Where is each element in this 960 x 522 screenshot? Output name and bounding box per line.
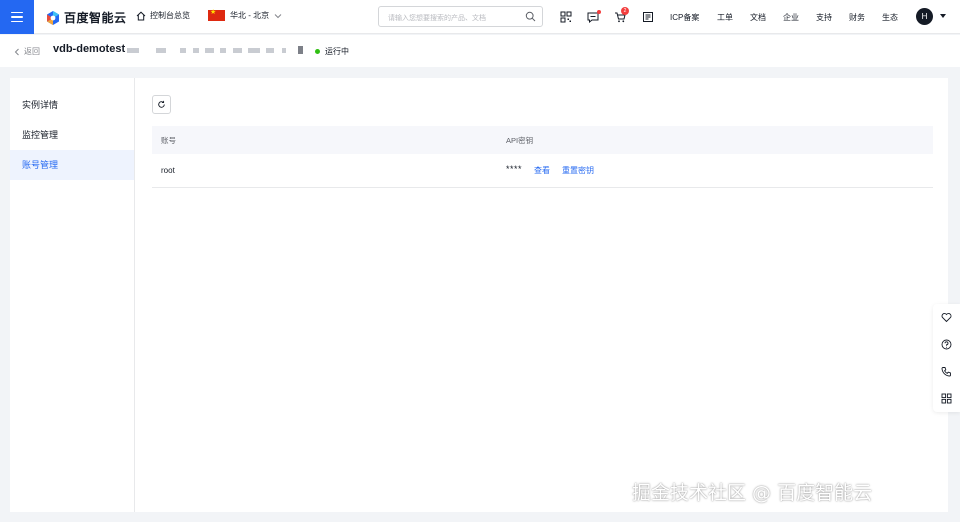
sidebar-item-monitoring[interactable]: 监控管理 [10,120,134,150]
column-header-api-key: API密钥 [506,135,534,145]
instance-status: 运行中 [315,46,349,57]
instance-name: vdb-demotest [53,43,126,55]
search-icon[interactable] [525,11,536,22]
top-navigation-bar: 百度智能云 控制台总览 华北 - 北京 2 ICP备案 工单 文档 企业 支持 … [0,0,960,34]
user-avatar[interactable]: H [916,8,933,25]
apps-grid-icon[interactable] [941,393,952,404]
nav-icp[interactable]: ICP备案 [670,12,699,23]
table-header: 账号 API密钥 [152,126,933,154]
floating-toolbar [933,304,960,412]
nav-ticket[interactable]: 工单 [717,12,733,23]
reset-key-link[interactable]: 重置密钥 [562,165,594,176]
account-table: 账号 API密钥 root **** 查看 重置密钥 [152,126,933,188]
phone-icon[interactable] [941,366,952,377]
nav-ecosystem[interactable]: 生态 [882,12,898,23]
sidebar-item-instance-details[interactable]: 实例详情 [10,90,134,120]
refresh-icon [158,100,165,108]
back-label: 返回 [24,47,40,56]
baidu-cloud-logo[interactable]: 百度智能云 [46,9,127,26]
region-selector[interactable]: 华北 - 北京 [208,8,282,21]
view-key-link[interactable]: 查看 [534,165,550,176]
global-search-box[interactable] [378,6,543,28]
api-key-cell: **** 查看 重置密钥 [497,163,933,176]
console-overview-link[interactable]: 控制台总览 [136,10,190,21]
status-dot-icon [315,49,320,54]
refresh-button[interactable] [152,95,171,114]
instance-sidebar: 实例详情 监控管理 账号管理 [10,78,135,512]
chevron-down-icon [274,13,282,18]
nav-support[interactable]: 支持 [816,12,832,23]
chevron-left-icon [14,48,19,55]
table-row: root **** 查看 重置密钥 [152,154,933,188]
message-unread-dot [597,10,601,14]
console-overview-label: 控制台总览 [150,11,190,20]
cart-count-badge: 2 [621,7,629,15]
favorite-heart-icon[interactable] [941,312,952,323]
china-flag-icon [208,8,225,21]
column-header-account: 账号 [161,135,176,145]
nav-enterprise[interactable]: 企业 [783,12,799,23]
watermark: 掘金技术社区 @ 百度智能云 [632,482,873,504]
caret-down-icon[interactable] [940,14,946,18]
instance-header: 返回 vdb-demotest 运行中 [0,35,960,67]
brand-name: 百度智能云 [64,11,127,25]
nav-docs[interactable]: 文档 [750,12,766,23]
bill-icon[interactable] [642,11,654,23]
search-input[interactable] [379,9,519,28]
sidebar-item-account-management[interactable]: 账号管理 [10,150,134,180]
status-label: 运行中 [325,47,349,56]
home-icon [136,11,146,20]
help-icon[interactable] [941,339,952,350]
masked-api-key: **** [506,163,523,174]
hamburger-menu-icon[interactable] [0,0,34,34]
back-button[interactable]: 返回 [14,46,40,57]
account-name-cell: root [161,166,175,175]
region-label: 华北 - 北京 [230,11,270,20]
cloud-logo-icon [47,10,59,25]
nav-finance[interactable]: 财务 [849,12,865,23]
qrcode-icon[interactable] [560,11,572,23]
content-panel: 实例详情 监控管理 账号管理 账号 API密钥 root **** 查看 重置密… [10,78,948,512]
